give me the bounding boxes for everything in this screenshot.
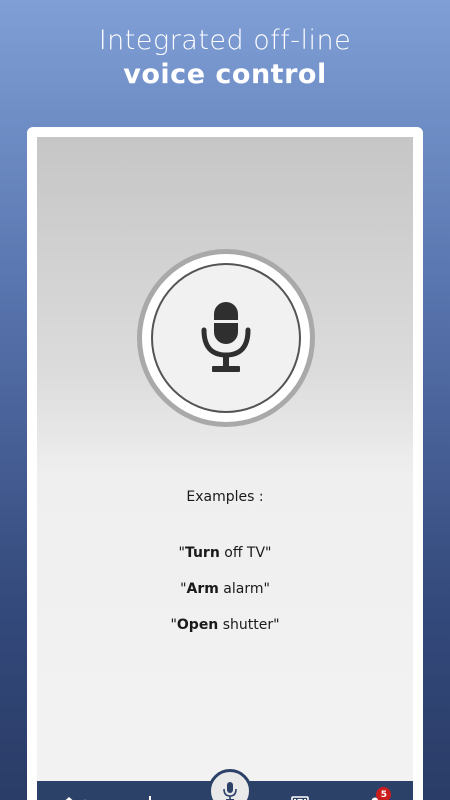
scenes-icon <box>291 796 309 800</box>
bottom-navigation: ^ 5 <box>37 769 413 800</box>
microphone-button-outer <box>142 254 310 422</box>
nav-scenes[interactable] <box>280 789 320 800</box>
example-keyword: Open <box>176 617 219 633</box>
example-keyword: Arm <box>186 581 219 597</box>
examples-title: Examples : <box>186 489 264 505</box>
headline-line-1: Integrated off-line <box>98 25 352 56</box>
microphone-button-inner <box>151 263 301 413</box>
example-rest: off TV" <box>219 545 272 561</box>
promo-headline: Integrated off-line voice control <box>0 24 450 92</box>
example-keyword: Turn <box>184 545 220 561</box>
phone-frame: Examples : "Turn off TV" "Arm alarm" "Op… <box>27 127 423 800</box>
microphone-icon <box>201 302 251 372</box>
home-icon <box>65 797 73 800</box>
nav-add[interactable] <box>130 789 170 800</box>
nav-home[interactable]: ^ <box>55 789 95 800</box>
nav-user[interactable]: 5 <box>355 787 395 800</box>
example-rest: alarm" <box>218 581 270 597</box>
example-item: "Open shutter" <box>37 617 413 633</box>
example-item: "Turn off TV" <box>37 545 413 561</box>
headline-line-2: voice control <box>123 59 327 90</box>
example-item: "Arm alarm" <box>37 581 413 597</box>
add-icon <box>148 796 151 800</box>
examples-section: Examples : "Turn off TV" "Arm alarm" "Op… <box>37 489 413 653</box>
microphone-button[interactable] <box>137 249 315 427</box>
notification-badge: 5 <box>376 787 392 800</box>
voice-control-screen: Examples : "Turn off TV" "Arm alarm" "Op… <box>37 137 413 800</box>
example-rest: shutter" <box>218 617 280 633</box>
mic-icon <box>223 782 237 800</box>
